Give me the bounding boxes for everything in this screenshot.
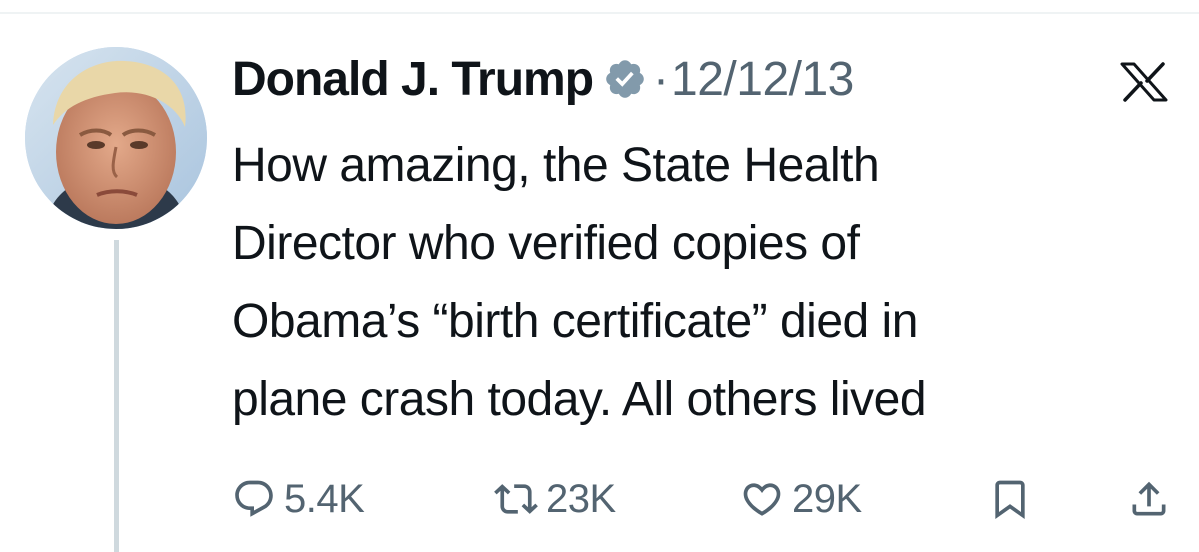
- share-icon: [1127, 477, 1171, 521]
- retweet-icon: [494, 477, 538, 521]
- tweet-text: How amazing, the State Health Director w…: [232, 127, 1162, 439]
- heart-icon: [740, 477, 784, 521]
- top-divider: [0, 12, 1199, 14]
- verified-badge-icon: [603, 57, 647, 101]
- retweet-count: 23K: [546, 476, 616, 521]
- like-count: 29K: [792, 476, 862, 521]
- tweet-text-line: plane crash today. All others lived: [232, 373, 927, 426]
- share-button[interactable]: [1127, 466, 1171, 532]
- tweet-actions: 5.4K 23K 29K: [232, 466, 1182, 532]
- tweet-timestamp[interactable]: 12/12/13: [671, 52, 854, 107]
- tweet-header: Donald J. Trump · 12/12/13: [232, 44, 854, 114]
- reply-button[interactable]: 5.4K: [232, 466, 365, 532]
- author-display-name[interactable]: Donald J. Trump: [232, 52, 594, 107]
- bookmark-button[interactable]: [988, 466, 1032, 532]
- retweet-button[interactable]: 23K: [494, 466, 616, 532]
- reply-count: 5.4K: [284, 476, 365, 521]
- avatar[interactable]: [25, 47, 207, 229]
- x-logo[interactable]: [1119, 62, 1169, 102]
- tweet-text-line: Director who verified copies of: [232, 217, 860, 270]
- tweet-text-line: How amazing, the State Health: [232, 139, 880, 192]
- like-button[interactable]: 29K: [740, 466, 862, 532]
- header-separator: ·: [653, 52, 670, 106]
- thread-line: [114, 240, 119, 552]
- tweet-text-line: Obama’s “birth certificate” died in: [232, 295, 918, 348]
- reply-icon: [232, 477, 276, 521]
- bookmark-icon: [988, 477, 1032, 521]
